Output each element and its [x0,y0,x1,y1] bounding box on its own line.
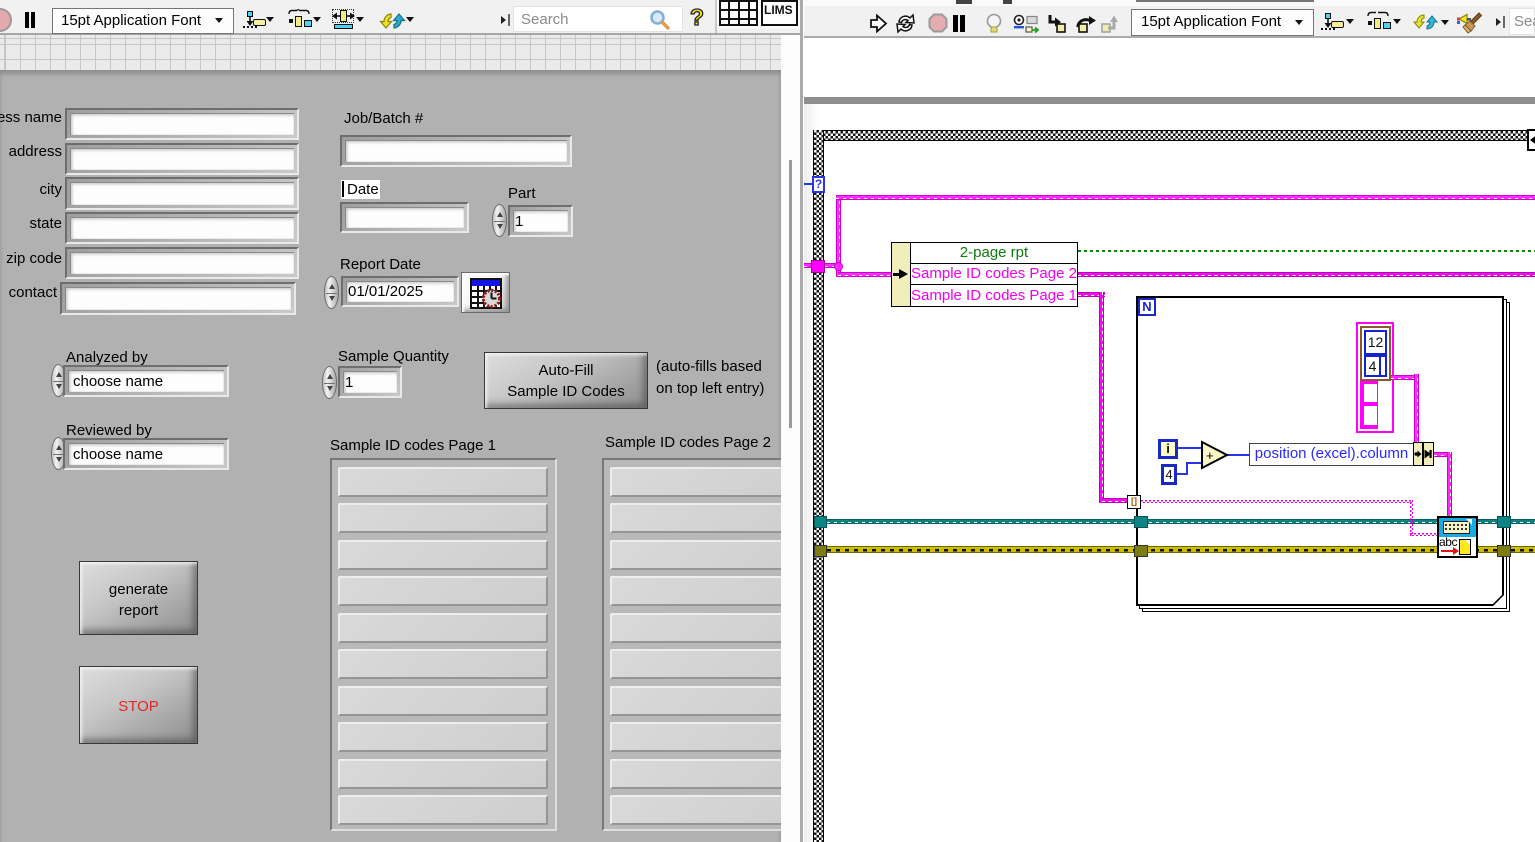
svg-text:+: + [1206,448,1214,463]
